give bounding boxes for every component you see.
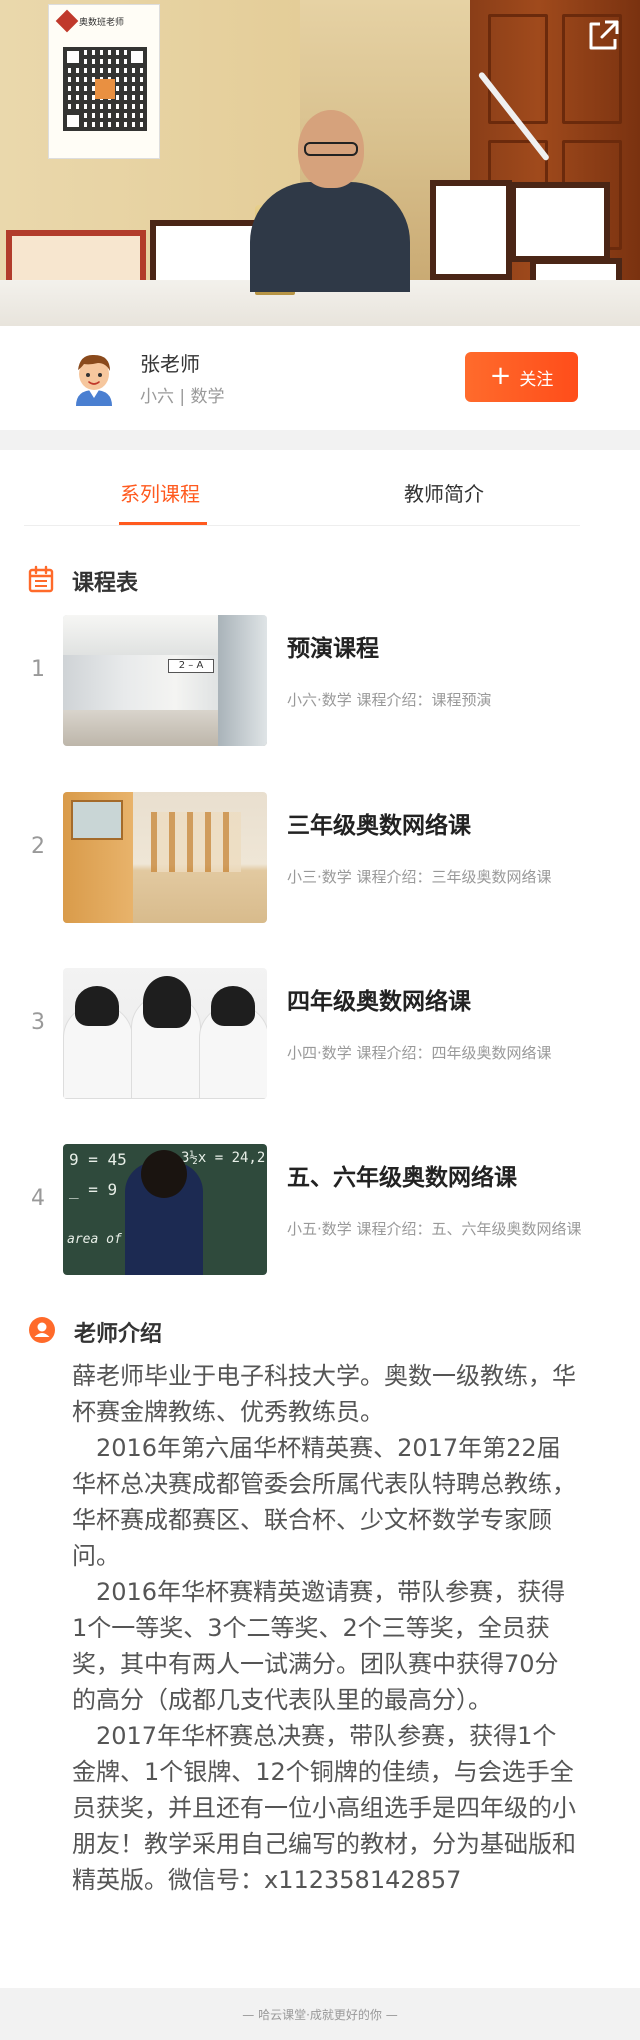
plus-icon: + xyxy=(489,360,512,391)
avatar[interactable] xyxy=(64,346,124,406)
course-thumbnail: 9 = 45 _ = 9 3½x = 24,2 area of xyxy=(63,1144,267,1275)
chalkboard-text: _ = 9 xyxy=(69,1180,118,1199)
schedule-section-header: 课程表 xyxy=(28,561,138,601)
chalkboard-text: 9 = 45 xyxy=(69,1150,127,1169)
course-index: 3 xyxy=(31,1010,45,1035)
qr-code xyxy=(63,47,147,131)
course-meta: 小三·数学 课程介绍：三年级奥数网络课 xyxy=(287,868,552,886)
intro-title: 老师介绍 xyxy=(74,1322,163,1347)
course-meta: 小五·数学 课程介绍：五、六年级奥数网络课 xyxy=(287,1220,582,1238)
course-item[interactable]: 3 四年级奥数网络课 小四·数学 课程介绍：四年级奥数网络课 xyxy=(0,968,640,1100)
course-index: 2 xyxy=(31,834,45,859)
intro-paragraph: 2016年华杯赛精英邀请赛，带队参赛，获得1个一等奖、3个二等奖、2个三等奖，全… xyxy=(72,1578,566,1714)
course-index: 4 xyxy=(31,1186,45,1211)
schedule-title: 课程表 xyxy=(72,571,139,596)
share-external-icon[interactable] xyxy=(585,18,621,54)
hero-banner: 奥数班老师 xyxy=(0,0,640,326)
teacher-header: 张老师 小六 | 数学 + 关注 xyxy=(0,326,640,430)
course-thumbnail xyxy=(63,968,267,1099)
section-divider xyxy=(0,430,640,450)
intro-paragraph: 薛老师毕业于电子科技大学。奥数一级教练，华杯赛金牌教练、优秀教练员。 xyxy=(72,1362,576,1426)
calendar-icon xyxy=(28,565,54,597)
course-index: 1 xyxy=(31,657,45,682)
tab-series-courses[interactable]: 系列课程 xyxy=(120,478,200,507)
course-thumbnail xyxy=(63,792,267,923)
intro-section-header: 老师介绍 xyxy=(28,1312,162,1352)
qr-card-title: 奥数班老师 xyxy=(79,18,125,28)
follow-button[interactable]: + 关注 xyxy=(465,352,578,402)
tab-teacher-intro[interactable]: 教师简介 xyxy=(404,478,484,507)
qr-logo-icon xyxy=(55,9,79,33)
course-item[interactable]: 1 2 – A 预演课程 小六·数学 课程介绍：课程预演 xyxy=(0,615,640,747)
footer-slogan: — 哈云课堂·成就更好的你 — xyxy=(0,1988,640,2040)
teacher-intro-text: 薛老师毕业于电子科技大学。奥数一级教练，华杯赛金牌教练、优秀教练员。 2016年… xyxy=(72,1358,578,1898)
hero-certificate-frame xyxy=(430,180,512,280)
course-thumbnail: 2 – A xyxy=(63,615,267,746)
course-meta: 小六·数学 课程介绍：课程预演 xyxy=(287,691,492,709)
follow-button-label: 关注 xyxy=(519,369,554,390)
course-item[interactable]: 2 三年级奥数网络课 小三·数学 课程介绍：三年级奥数网络课 xyxy=(0,792,640,924)
course-title: 四年级奥数网络课 xyxy=(287,989,471,1015)
chalkboard-text: area of xyxy=(67,1232,122,1247)
hero-certificate-frame xyxy=(510,182,610,262)
course-title: 预演课程 xyxy=(287,636,379,662)
course-title: 五、六年级奥数网络课 xyxy=(287,1165,517,1191)
tab-active-indicator xyxy=(119,522,207,525)
course-meta: 小四·数学 课程介绍：四年级奥数网络课 xyxy=(287,1044,552,1062)
teacher-subtitle: 小六 | 数学 xyxy=(140,387,225,407)
corridor-sign: 2 – A xyxy=(168,659,214,673)
hero-qr-card: 奥数班老师 xyxy=(48,4,160,159)
person-icon xyxy=(28,1316,56,1348)
hero-teacher-photo xyxy=(250,110,410,292)
intro-paragraph: 2016年第六届华杯精英赛、2017年第22届华杯总决赛成都管委会所属代表队特聘… xyxy=(72,1434,576,1570)
chalkboard-text: 3½x = 24,2 xyxy=(181,1150,266,1166)
course-title: 三年级奥数网络课 xyxy=(287,813,471,839)
teacher-name: 张老师 xyxy=(140,352,200,376)
intro-paragraph: 2017年华杯赛总决赛，带队参赛，获得1个金牌、1个银牌、12个铜牌的佳绩，与会… xyxy=(72,1722,576,1894)
tab-bar: 系列课程 教师简介 xyxy=(24,450,580,526)
course-item[interactable]: 4 9 = 45 _ = 9 3½x = 24,2 area of 五、六年级奥… xyxy=(0,1144,640,1276)
